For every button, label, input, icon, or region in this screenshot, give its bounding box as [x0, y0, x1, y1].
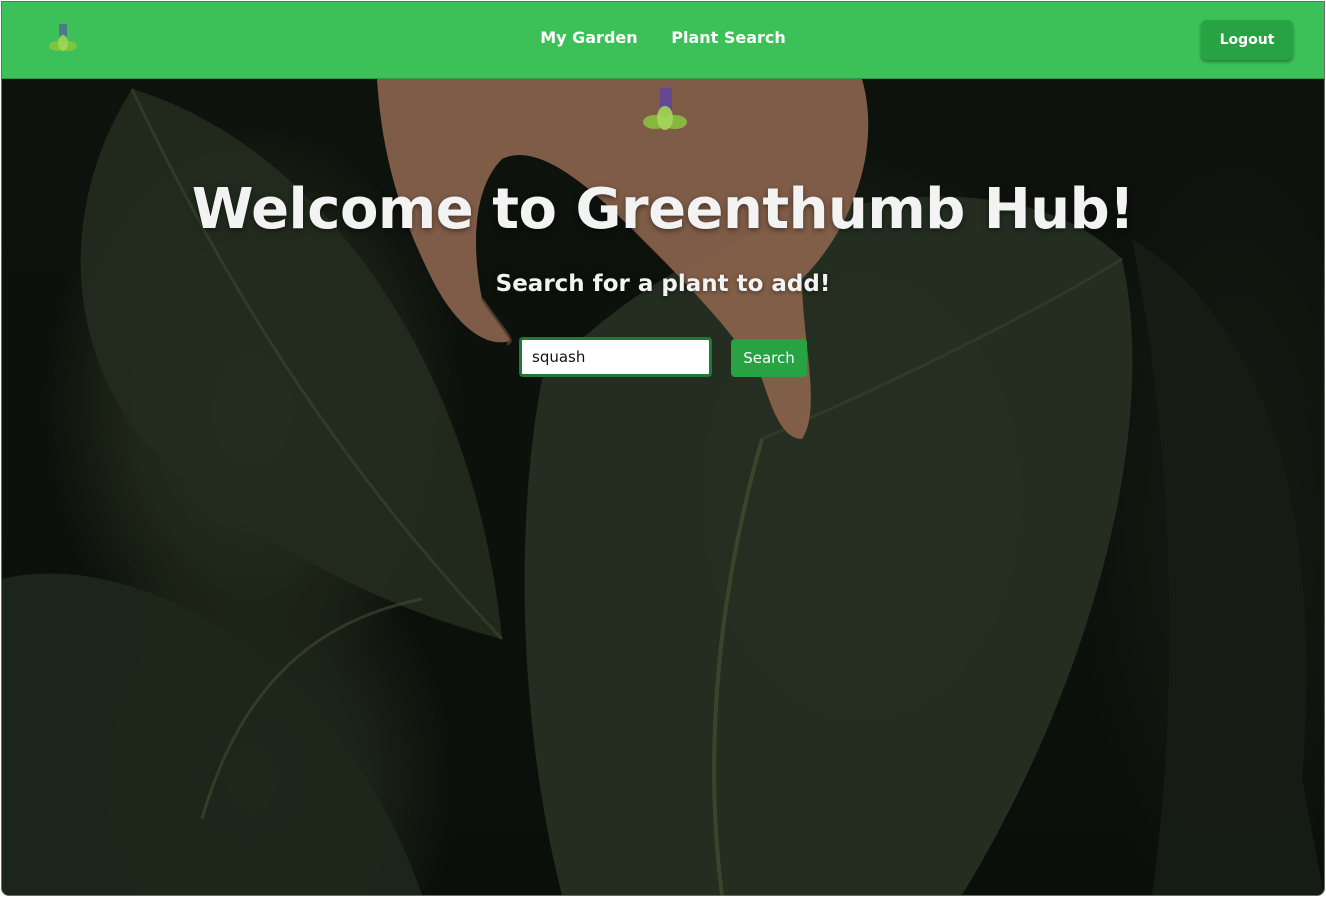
hero-section: Welcome to Greenthumb Hub! Search for a …	[2, 79, 1324, 895]
navbar: My Garden Plant Search Logout	[2, 2, 1324, 79]
app-window: My Garden Plant Search Logout Welcome to…	[1, 1, 1325, 896]
lotus-logo-icon	[639, 88, 691, 134]
nav-link-my-garden[interactable]: My Garden	[540, 28, 637, 47]
plant-search-input[interactable]	[519, 337, 712, 377]
nav-link-plant-search[interactable]: Plant Search	[671, 28, 786, 47]
page-subtitle: Search for a plant to add!	[495, 271, 831, 297]
search-button[interactable]: Search	[731, 339, 807, 377]
page-title: Welcome to Greenthumb Hub!	[191, 177, 1135, 242]
logout-button[interactable]: Logout	[1201, 20, 1293, 60]
nav-links: My Garden Plant Search	[2, 28, 1324, 47]
